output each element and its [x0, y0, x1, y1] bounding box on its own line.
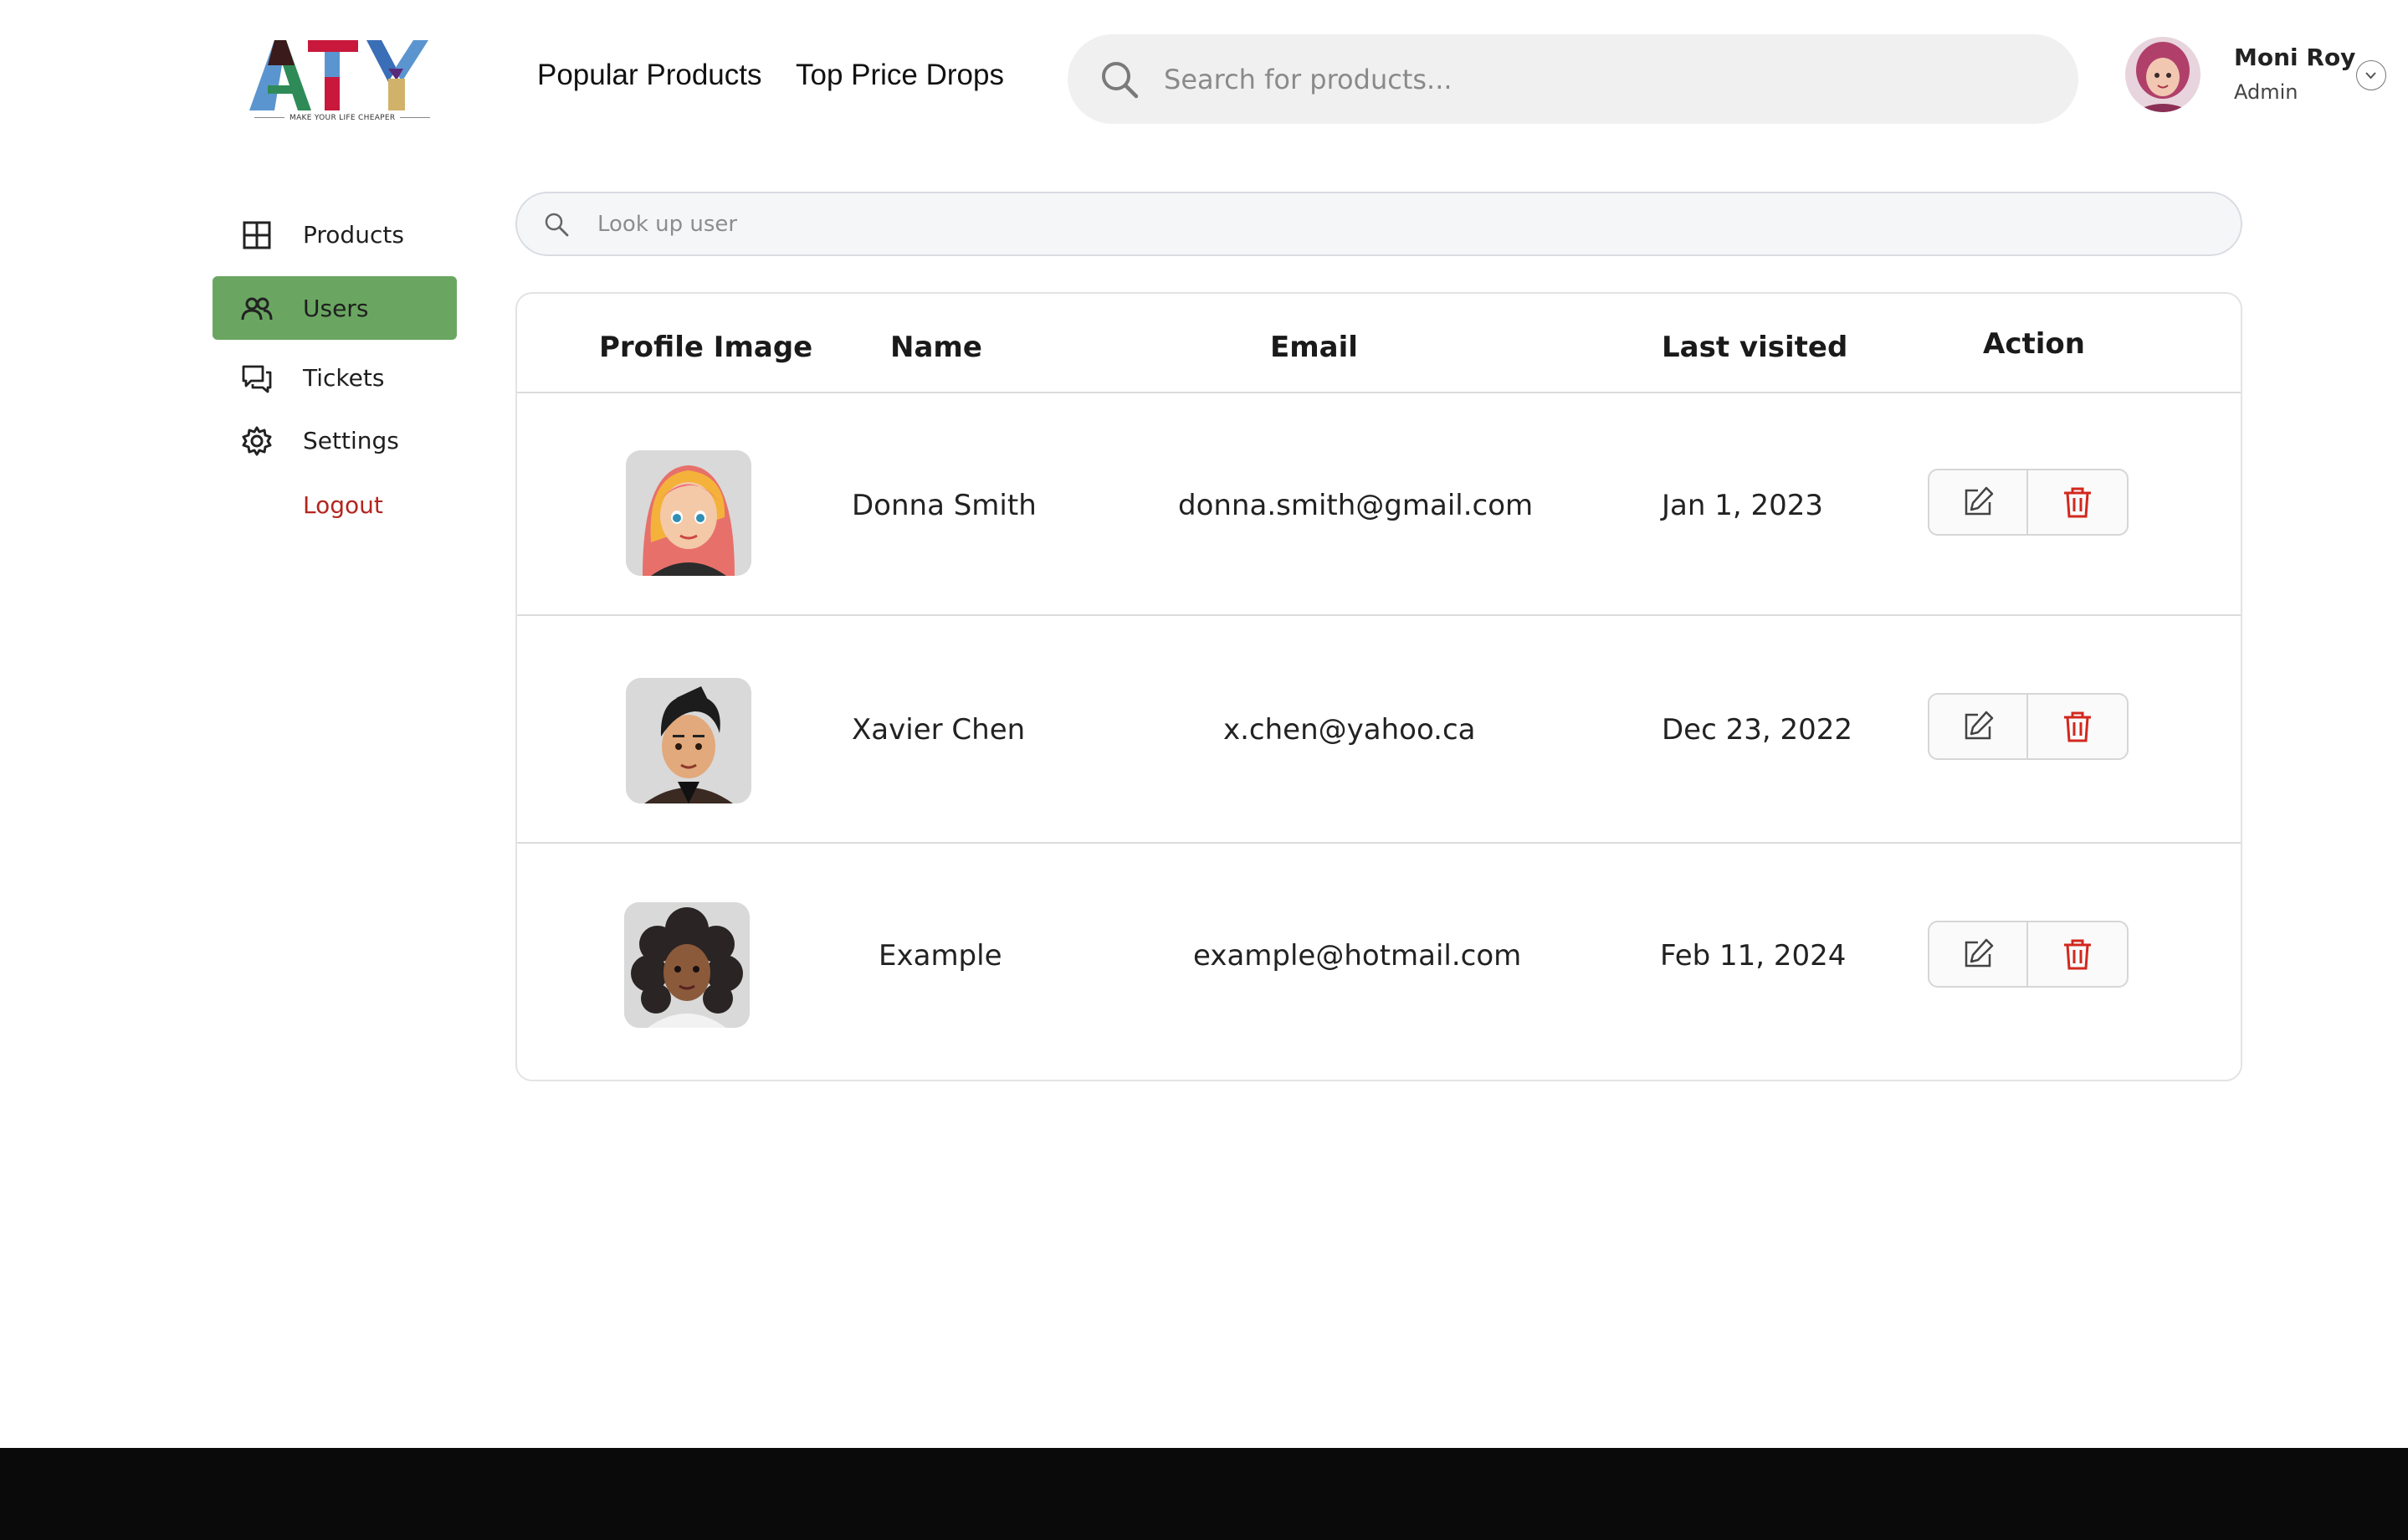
sidebar-item-label: Settings — [303, 427, 399, 454]
delete-button[interactable] — [2028, 470, 2127, 534]
grid-icon — [243, 221, 271, 249]
user-last-visited: Feb 11, 2024 — [1660, 939, 1847, 973]
table-row: Donna Smith donna.smith@gmail.com Jan 1,… — [517, 392, 2241, 618]
row-actions — [1928, 921, 2129, 988]
chat-icon — [242, 365, 272, 393]
avatar-image — [624, 902, 750, 1028]
user-search-bar[interactable] — [515, 192, 2242, 256]
users-table: Profile Image Name Email Last visited Ac… — [515, 292, 2242, 1081]
logout-label: Logout — [303, 491, 383, 519]
sidebar-item-products[interactable]: Products — [213, 203, 457, 266]
aty-logo-icon — [249, 40, 428, 110]
trash-icon — [2064, 487, 2091, 518]
user-email: x.chen@yahoo.ca — [1223, 713, 1476, 747]
footer-bar — [0, 1448, 2408, 1540]
search-icon — [1102, 62, 1139, 99]
users-icon — [241, 297, 273, 321]
column-header-action: Action — [1983, 327, 2085, 361]
profile-avatar[interactable] — [2125, 37, 2201, 112]
chevron-down-icon — [2365, 72, 2376, 80]
sidebar-item-label: Tickets — [303, 364, 385, 392]
delete-button[interactable] — [2028, 695, 2127, 758]
delete-button[interactable] — [2028, 922, 2127, 986]
search-icon — [545, 213, 569, 237]
row-actions — [1928, 469, 2129, 536]
nav-top-price-drops[interactable]: Top Price Drops — [796, 59, 1004, 92]
user-last-visited: Dec 23, 2022 — [1662, 713, 1853, 747]
edit-icon — [1965, 938, 1994, 968]
brand-tagline: MAKE YOUR LIFE CHEAPER — [249, 114, 433, 122]
user-email: donna.smith@gmail.com — [1178, 489, 1534, 522]
table-row: Example example@hotmail.com Feb 11, 2024 — [517, 844, 2241, 1070]
edit-button[interactable] — [1929, 470, 2028, 534]
edit-icon — [1965, 711, 1994, 740]
nav-popular-products[interactable]: Popular Products — [537, 59, 761, 92]
trash-icon — [2064, 711, 2091, 742]
user-name: Donna Smith — [852, 489, 1037, 522]
avatar-image — [2125, 37, 2201, 112]
edit-button[interactable] — [1929, 922, 2028, 986]
user-last-visited: Jan 1, 2023 — [1662, 489, 1823, 522]
column-header-profile-image: Profile Image — [599, 331, 813, 364]
row-actions — [1928, 693, 2129, 760]
user-name: Xavier Chen — [852, 713, 1026, 747]
edit-icon — [1965, 486, 1994, 516]
profile-menu-toggle[interactable] — [2356, 60, 2386, 90]
column-header-name: Name — [890, 331, 982, 364]
edit-button[interactable] — [1929, 695, 2028, 758]
sidebar-item-logout[interactable]: Logout — [213, 473, 457, 536]
profile-role: Admin — [2234, 80, 2298, 104]
user-avatar — [626, 678, 751, 803]
sidebar-item-label: Products — [303, 221, 404, 249]
product-search-input[interactable] — [1164, 56, 2034, 103]
table-row: Xavier Chen x.chen@yahoo.ca Dec 23, 2022 — [517, 616, 2241, 842]
profile-name: Moni Roy — [2234, 44, 2356, 71]
sidebar-item-users[interactable]: Users — [213, 276, 457, 340]
user-name: Example — [879, 939, 1002, 973]
avatar-image — [626, 678, 751, 803]
gear-icon — [242, 426, 272, 456]
avatar-image — [626, 450, 751, 576]
trash-icon — [2064, 939, 2091, 970]
sidebar-item-settings[interactable]: Settings — [213, 408, 457, 472]
sidebar-item-tickets[interactable]: Tickets — [213, 346, 457, 409]
user-search-input[interactable] — [597, 207, 2187, 242]
sidebar-item-label: Users — [303, 295, 369, 322]
product-search-bar[interactable] — [1068, 34, 2078, 124]
column-header-last-visited: Last visited — [1662, 331, 1848, 364]
user-avatar — [624, 902, 750, 1028]
brand-logo[interactable]: MAKE YOUR LIFE CHEAPER — [249, 35, 433, 129]
user-avatar — [626, 450, 751, 576]
user-email: example@hotmail.com — [1193, 939, 1522, 973]
column-header-email: Email — [1270, 331, 1358, 364]
